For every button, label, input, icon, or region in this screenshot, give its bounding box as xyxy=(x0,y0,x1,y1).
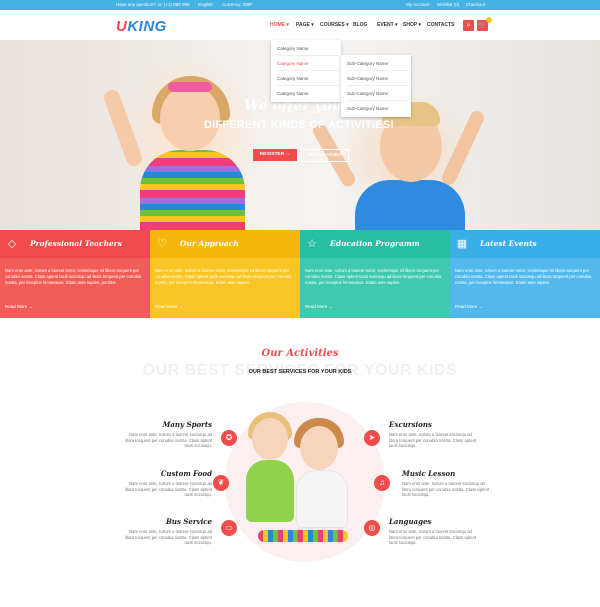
sub-dropdown-item[interactable]: Sub-Category Name xyxy=(347,106,388,111)
bus-icon: ▭ xyxy=(221,520,237,536)
top-bar: Have any question? ☏ (+1) 888 999 Englis… xyxy=(0,0,600,10)
sub-dropdown-menu: Sub-Category Name Sub-Category Name Sub-… xyxy=(341,55,411,117)
my-account-link[interactable]: My Account xyxy=(406,2,429,7)
plane-icon: ➤ xyxy=(364,430,380,446)
main-header: UKING HOME ▾ PAGE ▾ COURSES ▾ BLOG EVENT… xyxy=(0,10,600,40)
leaf-icon: ❦ xyxy=(213,475,229,491)
feature-professional-teachers: ◇ Professional Teachers Nam eros ante, r… xyxy=(0,230,150,318)
calendar-icon: ▦ xyxy=(456,238,468,250)
nav-event[interactable]: EVENT ▾ xyxy=(377,22,398,28)
site-logo[interactable]: UKING xyxy=(116,18,167,35)
cart-count-badge xyxy=(486,17,492,23)
sub-dropdown-item[interactable]: Sub-Category Name xyxy=(347,76,388,81)
service-bus-service: Bus Service Nam eros ante, rutrum a laor… xyxy=(124,517,212,546)
medal-icon: ✪ xyxy=(221,430,237,446)
heart-icon: ♡ xyxy=(157,238,167,250)
contact-question: Have any question? ☏ (+1) 888 999 xyxy=(116,2,190,7)
hero-main-title: DIFFERENT KINDS OF ACTIVITIES! xyxy=(204,119,395,131)
service-music-lesson: Music Lesson Nam eros ante, rutrum a lao… xyxy=(402,469,490,498)
watch-video-button[interactable]: WATCH VIDEO xyxy=(301,149,349,162)
nav-page[interactable]: PAGE ▾ xyxy=(296,22,314,28)
wishlist-link[interactable]: Wishlist (0) xyxy=(437,2,459,7)
checkout-link[interactable]: Checkout xyxy=(466,2,485,7)
service-many-sports: Many Sports Nam eros ante, rutrum a laor… xyxy=(124,420,212,449)
dropdown-item[interactable]: Category Name xyxy=(277,76,309,81)
service-excursions: Excursions Nam eros ante, rutrum a laore… xyxy=(389,420,477,449)
sub-dropdown-item[interactable]: Sub-Category Name xyxy=(347,61,388,66)
hero-image xyxy=(101,87,145,169)
read-more-link[interactable]: Read More → xyxy=(155,304,183,309)
nav-home[interactable]: HOME ▾ xyxy=(270,22,289,28)
activities-script-title: Our Activities xyxy=(261,348,339,359)
feature-our-approach: ♡ Our Approach Nam eros ante, rutrum a l… xyxy=(150,230,300,318)
globe-icon: ◎ xyxy=(364,520,380,536)
dropdown-item[interactable]: Category Name xyxy=(277,46,309,51)
feature-latest-events: ▦ Latest Events Nam eros ante, rutrum a … xyxy=(450,230,600,318)
dropdown-item[interactable]: Category Name xyxy=(277,91,309,96)
features-row: ◇ Professional Teachers Nam eros ante, r… xyxy=(0,230,600,318)
currency-select[interactable]: Currency: GBP xyxy=(222,2,252,7)
read-more-link[interactable]: Read More → xyxy=(5,304,33,309)
language-select[interactable]: English xyxy=(198,2,213,7)
nav-shop[interactable]: SHOP ▾ xyxy=(403,22,421,28)
search-icon[interactable]: ⌕ xyxy=(463,20,474,31)
feature-education-programm: ☆ Education Programm Nam eros ante, rutr… xyxy=(300,230,450,318)
read-more-link[interactable]: Read More → xyxy=(305,304,333,309)
star-icon: ☆ xyxy=(307,238,317,250)
service-languages: Languages Nam eros ante, rutrum a laoree… xyxy=(389,517,477,546)
dropdown-item[interactable]: Category Name xyxy=(277,61,309,66)
nav-courses[interactable]: COURSES ▾ xyxy=(320,22,349,28)
nav-blog[interactable]: BLOG xyxy=(353,22,367,28)
kids-playing-image xyxy=(238,412,368,557)
nav-contacts[interactable]: CONTACTS xyxy=(427,22,454,28)
diamond-icon: ◇ xyxy=(7,238,17,250)
activities-subtitle: OUR BEST SERVICES FOR YOUR KIDS xyxy=(248,369,352,375)
sub-dropdown-item[interactable]: Sub-Category Name xyxy=(347,91,388,96)
home-dropdown-menu: Category Name Category Name Category Nam… xyxy=(271,40,341,102)
headphones-icon: ♫ xyxy=(374,475,390,491)
read-more-link[interactable]: Read More → xyxy=(455,304,483,309)
register-button[interactable]: REGISTER → xyxy=(253,149,297,161)
service-custom-food: Custom Food Nam eros ante, rutrum a laor… xyxy=(124,469,212,498)
